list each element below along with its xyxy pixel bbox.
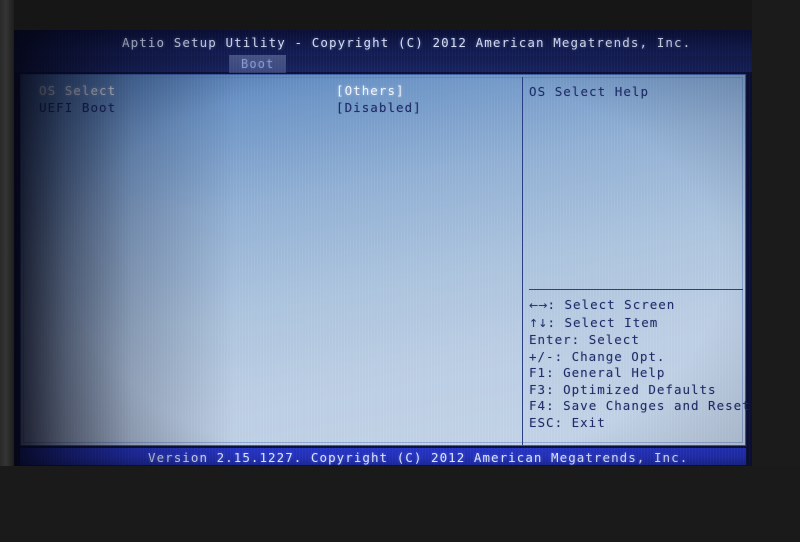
tab-boot[interactable]: Boot	[229, 55, 287, 73]
key-legend-line: Enter: Select	[529, 332, 752, 349]
help-title: OS Select Help	[529, 84, 650, 99]
key-name: F1	[529, 365, 547, 380]
key-legend-line: ←→: Select Screen	[529, 297, 752, 315]
key-name: +/-	[529, 348, 555, 364]
key-legend: ←→: Select Screen ↑↓: Select Item Enter:…	[529, 297, 752, 431]
setting-row-uefi-boot[interactable]: UEFI Boot [Disabled]	[31, 100, 511, 117]
key-legend-text: : Select Screen	[547, 297, 676, 312]
key-legend-line: F1: General Help	[529, 365, 752, 382]
bezel-top	[0, 0, 800, 30]
key-legend-line: ESC: Exit	[529, 415, 752, 432]
bios-content-panel: OS Select [Others] UEFI Boot [Disabled] …	[20, 74, 750, 446]
bios-screen: Aptio Setup Utility - Copyright (C) 2012…	[14, 30, 752, 466]
monitor-photo: Aptio Setup Utility - Copyright (C) 2012…	[0, 0, 800, 542]
key-legend-text: : Select	[571, 332, 640, 347]
key-legend-line: F3: Optimized Defaults	[529, 382, 752, 399]
setting-value[interactable]: [Others]	[336, 83, 405, 98]
key-legend-text: : Select Item	[547, 314, 659, 330]
key-legend-text: : Optimized Defaults	[546, 381, 717, 397]
key-legend-text: : Exit	[554, 414, 606, 430]
setting-label: UEFI Boot	[39, 100, 117, 115]
key-legend-line: ↑↓: Select Item	[529, 315, 752, 333]
bezel-bottom	[0, 466, 800, 542]
key-name: Enter	[529, 332, 572, 347]
help-separator	[529, 289, 743, 290]
key-legend-text: : General Help	[546, 365, 666, 380]
settings-list: OS Select [Others] UEFI Boot [Disabled]	[31, 83, 511, 117]
key-legend-line: F4: Save Changes and Reset	[529, 398, 752, 415]
key-name: ESC	[529, 414, 555, 430]
key-name: F3	[529, 381, 547, 397]
setting-row-os-select[interactable]: OS Select [Others]	[31, 83, 511, 100]
panel-vertical-divider	[522, 77, 523, 445]
bios-header-bar: Aptio Setup Utility - Copyright (C) 2012…	[14, 30, 752, 56]
key-name: F4	[529, 398, 547, 413]
help-pane: OS Select Help	[529, 83, 741, 100]
key-legend-text: : Save Changes and Reset	[546, 398, 751, 413]
setting-value[interactable]: [Disabled]	[336, 100, 422, 115]
bezel-left	[0, 0, 14, 542]
arrow-left-right-icon: ←→	[529, 299, 548, 312]
setting-label: OS Select	[39, 83, 117, 98]
arrow-up-down-icon: ↑↓	[529, 316, 548, 330]
bios-tab-bar	[14, 56, 752, 72]
bezel-right	[752, 0, 800, 542]
key-legend-line: +/-: Change Opt.	[529, 349, 752, 366]
page-title: Aptio Setup Utility - Copyright (C) 2012…	[122, 35, 692, 50]
key-legend-text: : Change Opt.	[554, 348, 666, 364]
version-text: Version 2.15.1227. Copyright (C) 2012 Am…	[148, 450, 689, 465]
version-bar: Version 2.15.1227. Copyright (C) 2012 Am…	[20, 448, 746, 465]
